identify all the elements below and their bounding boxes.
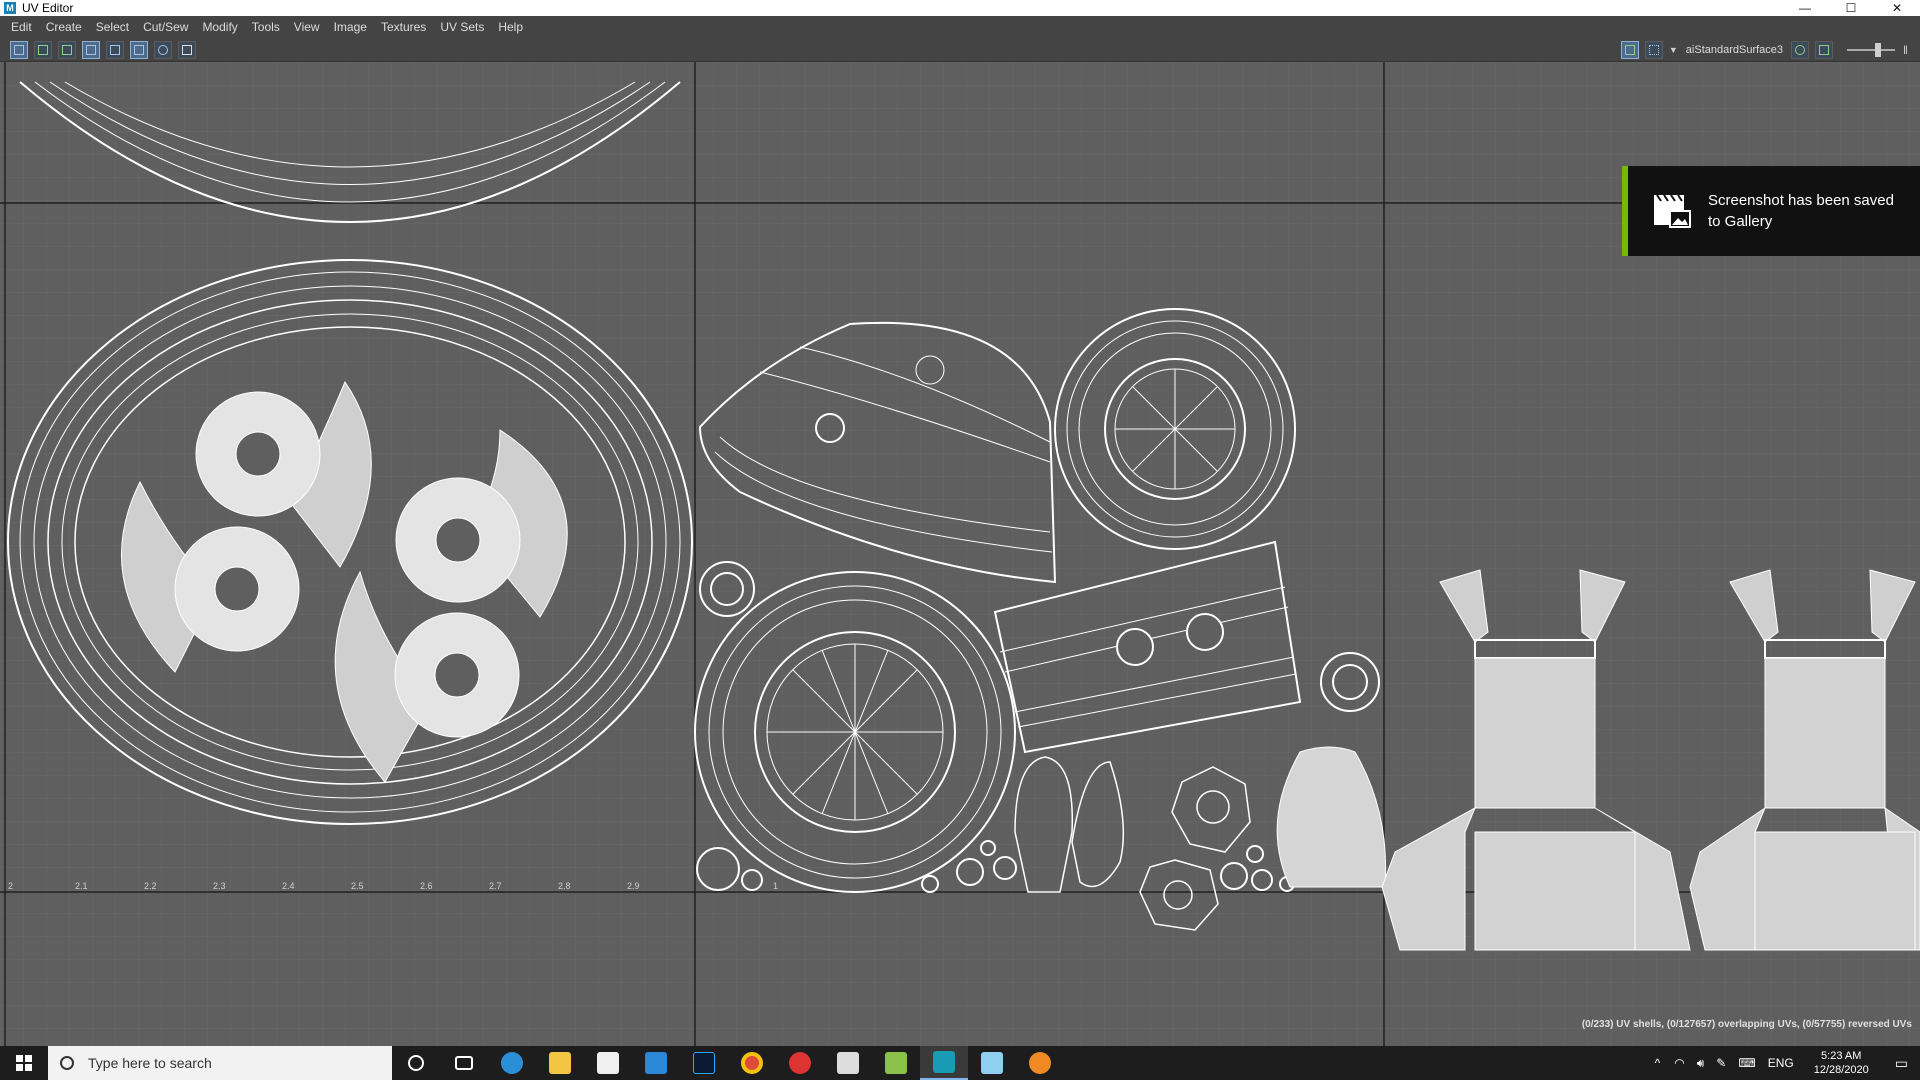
menu-modify[interactable]: Modify [195, 16, 244, 38]
screenshot-toast[interactable]: Screenshot has been saved to Gallery [1622, 166, 1920, 256]
menu-textures[interactable]: Textures [374, 16, 433, 38]
minimize-button[interactable]: — [1782, 0, 1828, 16]
zbrush-icon[interactable] [824, 1046, 872, 1080]
chrome-icon[interactable] [728, 1046, 776, 1080]
tick-label: 1 [773, 881, 778, 891]
cortana-icon[interactable] [392, 1046, 440, 1080]
menu-select[interactable]: Select [89, 16, 136, 38]
display-image-icon[interactable] [1620, 41, 1639, 59]
substance-icon[interactable] [776, 1046, 824, 1080]
toolbar-overflow-icon[interactable]: ‖ [1903, 43, 1908, 57]
gallery-icon [1652, 191, 1692, 231]
tick-label: 2.5 [351, 881, 364, 891]
maya-icon[interactable] [920, 1046, 968, 1080]
maximize-button[interactable]: ☐ [1828, 0, 1874, 16]
menu-create[interactable]: Create [39, 16, 89, 38]
grid-toggle-icon[interactable] [106, 40, 124, 59]
volume-icon[interactable]: 🔊︎ [1697, 1056, 1705, 1071]
toast-message: Screenshot has been saved to Gallery [1708, 192, 1894, 230]
tray-expand-icon[interactable]: ^ [1655, 1056, 1661, 1070]
tick-label: 2.6 [420, 881, 433, 891]
menu-help[interactable]: Help [491, 16, 530, 38]
uv-viewport[interactable]: 2 2.1 2.2 2.3 2.4 2.5 2.6 2.7 2.8 2.9 1 … [0, 62, 1920, 1046]
pen-icon[interactable]: ✎ [1716, 1056, 1726, 1070]
tick-label: 2.4 [282, 881, 295, 891]
window-title: UV Editor [22, 1, 74, 15]
uv-shell-icon[interactable] [34, 40, 52, 59]
camera-icon[interactable] [178, 40, 196, 59]
mail-icon[interactable] [632, 1046, 680, 1080]
language-indicator[interactable]: ENG [1768, 1056, 1794, 1070]
uv-grid-icon[interactable] [10, 40, 28, 59]
menu-view[interactable]: View [287, 16, 327, 38]
photoshop-icon[interactable] [680, 1046, 728, 1080]
clock-time: 5:23 AM [1821, 1050, 1862, 1062]
checker-icon[interactable] [130, 40, 148, 59]
edge-icon[interactable] [488, 1046, 536, 1080]
system-tray: ^ ◠ 🔊︎ ✎ ⌨ ENG 5:23 AM 12/28/2020 ▭ [1647, 1046, 1920, 1080]
taskbar-search-input[interactable]: Type here to search [48, 1046, 392, 1080]
close-button[interactable]: ✕ [1874, 0, 1920, 16]
task-view-icon[interactable] [440, 1046, 488, 1080]
keyboard-icon[interactable]: ⌨ [1738, 1056, 1755, 1070]
windows-taskbar: Type here to search ^ ◠ 🔊︎ ✎ ⌨ ENG 5:23 … [0, 1046, 1920, 1080]
tick-label: 2.2 [144, 881, 157, 891]
windows-icon [16, 1055, 32, 1071]
uv-snapshot-icon[interactable] [58, 40, 76, 59]
checker-map-icon[interactable] [1644, 41, 1663, 59]
uv-toolbar: ▼ aiStandardSurface3 ‖ [0, 38, 1920, 62]
menu-uv-sets[interactable]: UV Sets [433, 16, 491, 38]
tick-label: 2.1 [75, 881, 88, 891]
image-opacity-slider[interactable] [1847, 43, 1896, 57]
store-icon[interactable] [584, 1046, 632, 1080]
clock-date: 12/28/2020 [1813, 1064, 1869, 1076]
notes-icon[interactable] [968, 1046, 1016, 1080]
maya-app-icon: M [4, 2, 16, 14]
distortion-icon[interactable] [154, 40, 172, 59]
wireframe-icon[interactable] [82, 40, 100, 59]
menu-cut-sew[interactable]: Cut/Sew [136, 16, 195, 38]
tick-label: 2.9 [627, 881, 640, 891]
shader-selector[interactable]: aiStandardSurface3 [1686, 44, 1783, 56]
menu-tools[interactable]: Tools [245, 16, 287, 38]
tick-label: 2.8 [558, 881, 571, 891]
tick-label: 2.7 [489, 881, 502, 891]
search-icon [60, 1056, 74, 1070]
network-icon[interactable]: ◠ [1674, 1056, 1684, 1070]
title-bar: M UV Editor — ☐ ✕ [0, 0, 1920, 16]
dropdown-arrow-icon[interactable]: ▼ [1669, 45, 1678, 55]
menu-edit[interactable]: Edit [4, 16, 39, 38]
search-placeholder: Type here to search [88, 1055, 212, 1071]
tick-label: 2.3 [213, 881, 226, 891]
start-button[interactable] [0, 1046, 48, 1080]
blender-icon[interactable] [1016, 1046, 1064, 1080]
notifications-icon[interactable]: ▭ [1895, 1055, 1908, 1072]
file-explorer-icon[interactable] [536, 1046, 584, 1080]
minecraft-icon[interactable] [872, 1046, 920, 1080]
image-filter-icon[interactable] [1815, 41, 1834, 59]
menu-image[interactable]: Image [327, 16, 374, 38]
uv-status-readout: (0/233) UV shells, (0/127657) overlappin… [1581, 1019, 1912, 1030]
clock[interactable]: 5:23 AM 12/28/2020 [1814, 1049, 1869, 1077]
image-settings-icon[interactable] [1791, 41, 1810, 59]
menu-bar: Edit Create Select Cut/Sew Modify Tools … [0, 16, 1920, 38]
tick-label: 2 [8, 881, 13, 891]
